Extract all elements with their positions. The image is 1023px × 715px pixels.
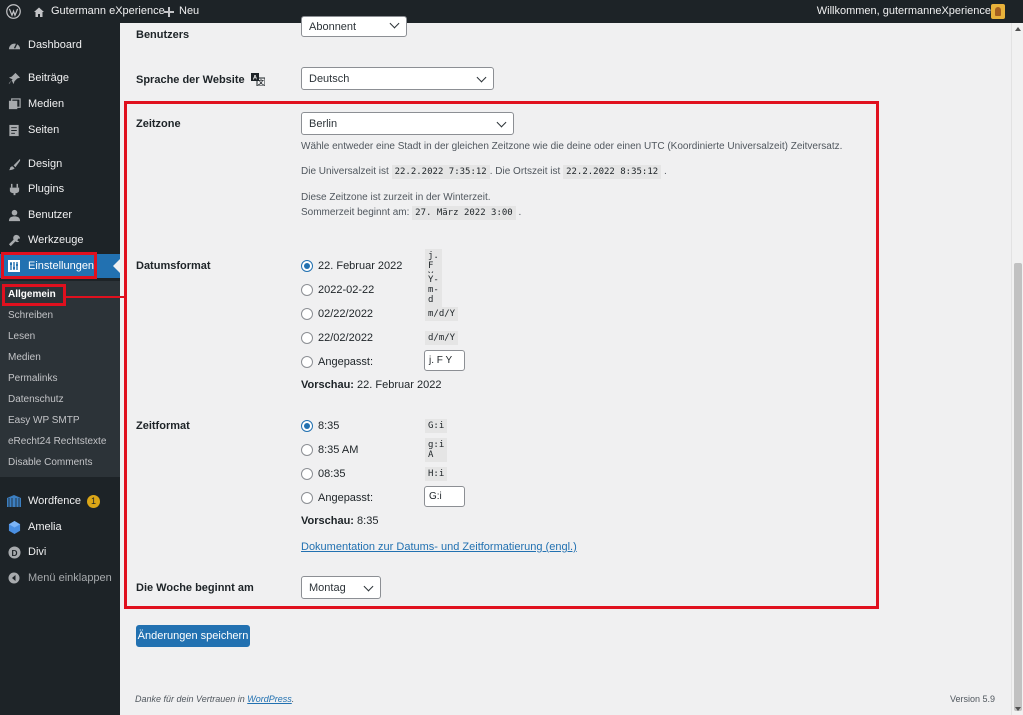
submenu-item-permalinks[interactable]: Permalinks <box>8 373 57 384</box>
footer-version: Version 5.9 <box>949 694 995 704</box>
sidebar-item-label: Medien <box>28 98 65 110</box>
avatar[interactable] <box>991 4 1005 19</box>
sidebar-item-label: Menü einklappen <box>28 572 112 584</box>
sidebar-item-benutzer[interactable]: Benutzer <box>0 203 120 227</box>
admin-sidebar: Dashboard Beiträge Medien Seiten Design … <box>0 23 120 715</box>
user-icon <box>7 208 21 222</box>
submenu-item-erecht24[interactable]: eRecht24 Rechtstexte <box>8 436 106 447</box>
wordpress-logo-icon[interactable] <box>6 0 21 23</box>
site-name-link[interactable]: Gutermann eXperience <box>33 0 165 23</box>
highlight-connector-line <box>66 296 126 298</box>
footer-thanks-suffix: . <box>291 694 295 704</box>
plus-icon <box>164 6 174 17</box>
sidebar-item-plugins[interactable]: Plugins <box>0 177 120 201</box>
settings-submenu: Allgemein Schreiben Lesen Medien Permali… <box>0 281 120 477</box>
account-menu[interactable]: Willkommen, gutermanneXperience <box>817 0 991 23</box>
brush-icon <box>7 157 21 171</box>
sidebar-item-label: Seiten <box>28 124 60 136</box>
collapse-menu-button[interactable]: Menü einklappen <box>0 566 120 590</box>
svg-text:文: 文 <box>257 79 265 87</box>
new-label: Neu <box>179 5 200 17</box>
admin-bar: Gutermann eXperience Neu Willkommen, gut… <box>0 0 1023 23</box>
submenu-item-schreiben[interactable]: Schreiben <box>8 310 53 321</box>
default-role-select[interactable]: Abonnent <box>301 16 407 37</box>
footer-thanks-prefix: Danke für dein Vertrauen in <box>135 694 245 704</box>
role-label: Benutzers <box>136 29 190 41</box>
site-name-label: Gutermann eXperience <box>51 5 165 17</box>
svg-text:D: D <box>11 547 17 557</box>
pin-icon <box>7 71 21 85</box>
sidebar-item-design[interactable]: Design <box>0 152 120 176</box>
media-icon <box>7 97 21 111</box>
submenu-item-datenschutz[interactable]: Datenschutz <box>8 394 64 405</box>
sidebar-item-label: Divi <box>28 546 47 558</box>
language-row-label: Sprache der Website A文 <box>136 73 265 86</box>
default-role-value: Abonnent <box>309 20 357 33</box>
chevron-down-icon <box>476 72 487 83</box>
scroll-down-arrow-icon[interactable] <box>1015 707 1021 711</box>
sidebar-item-label: Werkzeuge <box>28 234 84 246</box>
sidebar-item-dashboard[interactable]: Dashboard <box>0 33 120 57</box>
submenu-item-easy-wp-smtp[interactable]: Easy WP SMTP <box>8 415 80 426</box>
howdy-label: Willkommen, gutermanneXperience <box>816 5 991 17</box>
new-content-button[interactable]: Neu <box>164 0 199 23</box>
translation-icon: A文 <box>250 73 265 87</box>
sidebar-item-label: Dashboard <box>28 39 82 51</box>
submenu-item-medien[interactable]: Medien <box>8 352 41 363</box>
submenu-item-lesen[interactable]: Lesen <box>8 331 35 342</box>
scroll-up-arrow-icon[interactable] <box>1015 27 1021 31</box>
home-icon <box>34 7 44 17</box>
language-label: Sprache der Website <box>136 73 245 86</box>
sidebar-item-divi[interactable]: D Divi <box>0 540 120 564</box>
sidebar-item-label: Design <box>28 158 63 170</box>
sidebar-item-label: Beiträge <box>28 72 69 84</box>
site-language-select[interactable]: Deutsch <box>301 67 494 90</box>
wrench-icon <box>7 233 21 247</box>
wordpress-link[interactable]: WordPress <box>247 694 292 704</box>
sidebar-item-beitraege[interactable]: Beiträge <box>0 66 120 90</box>
active-menu-arrow <box>113 259 120 273</box>
sidebar-item-label: Plugins <box>28 183 65 195</box>
submenu-item-disable-comments[interactable]: Disable Comments <box>8 457 92 468</box>
divi-icon: D <box>7 545 21 559</box>
sidebar-item-amelia[interactable]: Amelia <box>0 515 120 539</box>
update-count-badge: 1 <box>87 494 100 508</box>
sidebar-item-label: Amelia <box>28 521 62 533</box>
amelia-icon <box>7 520 21 534</box>
highlight-box-allgemein <box>2 284 66 306</box>
sidebar-item-label: Wordfence <box>28 495 81 507</box>
sidebar-item-werkzeuge[interactable]: Werkzeuge <box>0 228 120 252</box>
dashboard-icon <box>7 38 21 52</box>
pages-icon <box>7 123 21 137</box>
scrollbar-thumb[interactable] <box>1014 263 1022 711</box>
sidebar-item-wordfence[interactable]: Wordfence 1 <box>0 489 120 513</box>
chevron-down-icon <box>389 18 400 29</box>
sidebar-item-medien[interactable]: Medien <box>0 92 120 116</box>
wordfence-icon <box>7 494 21 508</box>
sidebar-item-seiten[interactable]: Seiten <box>0 118 120 142</box>
site-language-value: Deutsch <box>309 72 350 85</box>
highlight-box-einstellungen <box>1 252 97 279</box>
highlight-box-settings <box>124 101 879 609</box>
save-changes-button[interactable]: Änderungen speichern <box>136 625 250 647</box>
sidebar-item-label: Benutzer <box>28 209 73 221</box>
page-scrollbar[interactable] <box>1011 23 1023 715</box>
footer-thanks: Danke für dein Vertrauen in WordPress. <box>135 694 294 704</box>
plugin-icon <box>7 182 21 196</box>
collapse-arrow-icon <box>7 571 21 585</box>
